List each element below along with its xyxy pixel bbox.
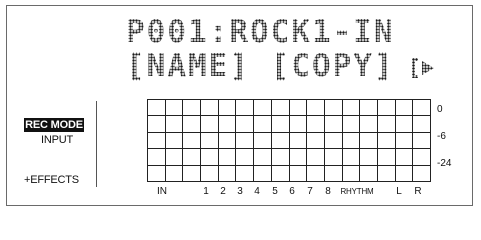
- channel-label-7: 7: [307, 186, 313, 197]
- channel-label-3: 3: [237, 186, 243, 197]
- channel-label-1: 1: [203, 186, 209, 197]
- level-meter-svg: [147, 99, 431, 182]
- channel-label-6: 6: [289, 186, 295, 197]
- channel-label-r: R: [414, 186, 422, 197]
- bracket-left-icon: [412, 58, 418, 78]
- level-meter-grid: [147, 99, 431, 182]
- function-menu-line[interactable]: [NAME] [COPY]: [126, 50, 415, 82]
- channel-label-rhythm: RHYTHM: [340, 187, 374, 196]
- db-label-0: 0: [437, 104, 443, 115]
- channel-label-5: 5: [272, 186, 278, 197]
- patch-name-display: P001:ROCK1-IN: [126, 14, 395, 50]
- menu-effects[interactable]: +EFFECTS: [24, 174, 79, 187]
- scroll-right-arrow-icon[interactable]: [412, 58, 434, 78]
- channel-label-4: 4: [254, 186, 260, 197]
- menu-rec-mode[interactable]: REC MODE: [24, 118, 84, 132]
- channel-label-in: IN: [157, 186, 167, 197]
- channel-label-2: 2: [220, 186, 226, 197]
- db-label-minus-6: -6: [437, 131, 446, 142]
- triangle-right-icon: [422, 61, 434, 75]
- channel-label-l: L: [396, 186, 402, 197]
- menu-input[interactable]: INPUT: [41, 134, 73, 147]
- channel-label-8: 8: [325, 186, 331, 197]
- db-label-minus-24: -24: [437, 158, 452, 169]
- menu-divider: [96, 101, 97, 187]
